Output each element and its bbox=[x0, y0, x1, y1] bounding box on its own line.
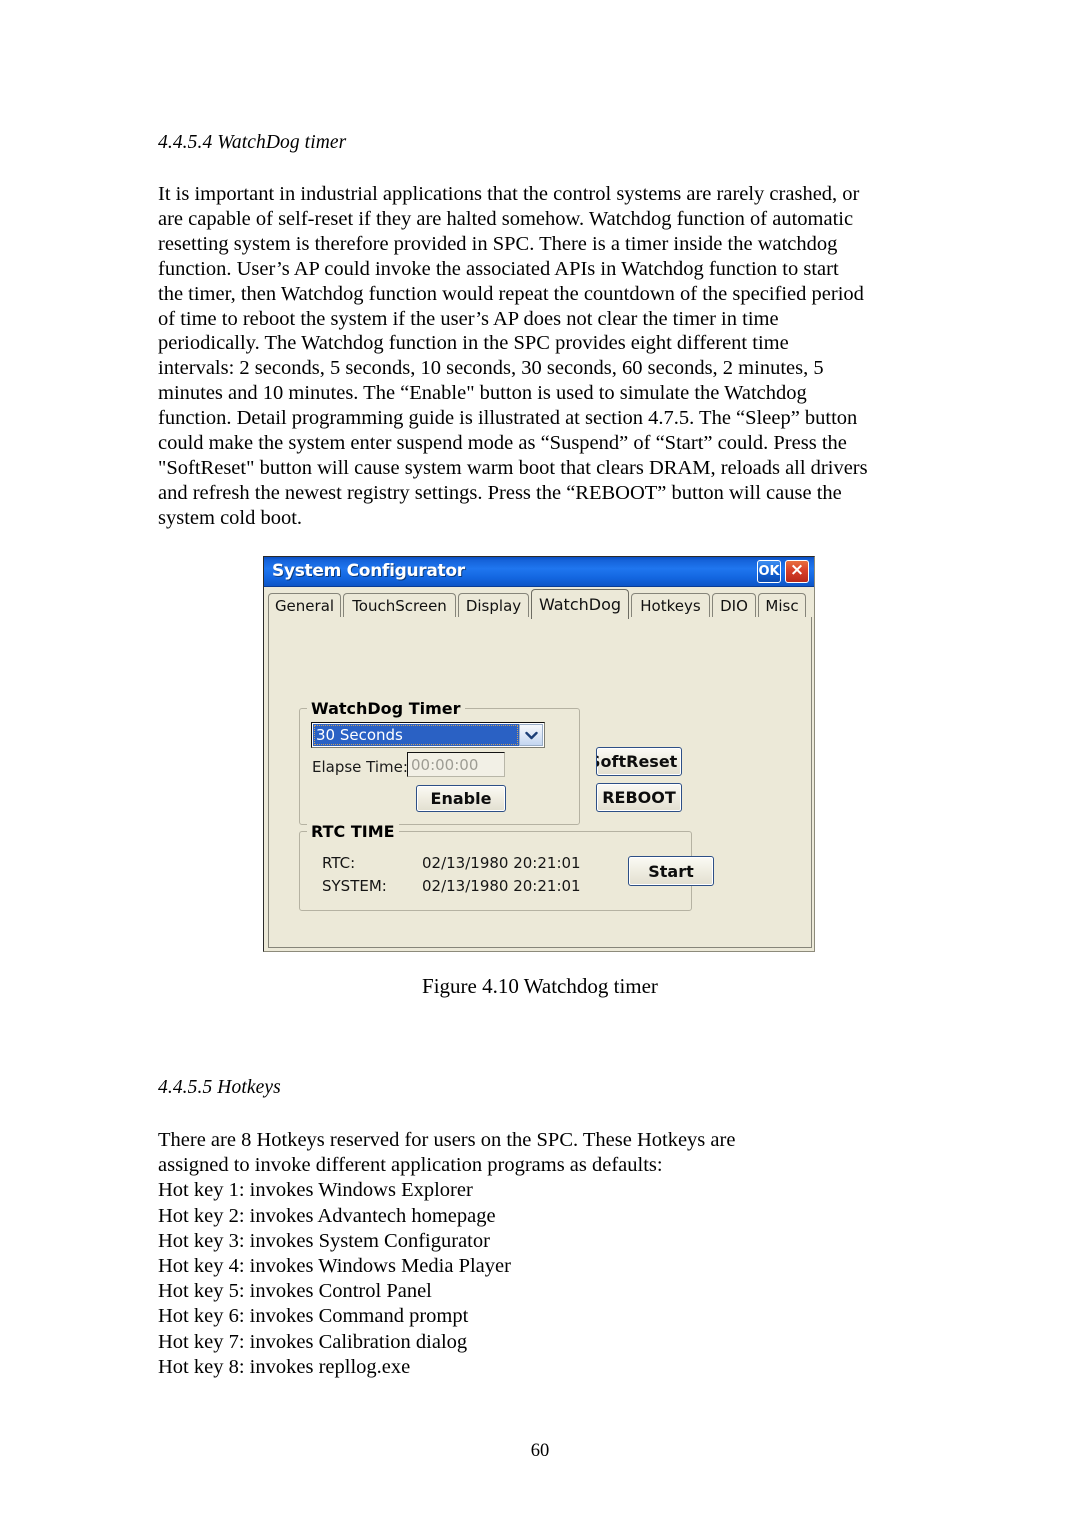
tab-general[interactable]: General bbox=[268, 593, 341, 618]
tab-dio[interactable]: DIO bbox=[712, 593, 756, 618]
hotkey-list-item: Hot key 4: invokes Windows Media Player bbox=[158, 1255, 511, 1278]
watchdog-timer-legend: WatchDog Timer bbox=[307, 699, 465, 718]
start-button-label: Start bbox=[648, 861, 694, 881]
paragraph-line: resetting system is therefore provided i… bbox=[158, 232, 838, 255]
hotkey-list-item: Hot key 6: invokes Command prompt bbox=[158, 1305, 469, 1328]
tab-watchdog[interactable]: WatchDog bbox=[531, 589, 629, 619]
elapse-time-label: Elapse Time: bbox=[312, 758, 408, 776]
document-page: 4.4.5.4 WatchDog timer It is important i… bbox=[0, 0, 1080, 1528]
close-button[interactable]: × bbox=[785, 560, 809, 583]
rtc-label: RTC: bbox=[322, 854, 356, 872]
interval-combobox[interactable]: 30 Seconds bbox=[311, 722, 545, 748]
paragraph-line: assigned to invoke different application… bbox=[158, 1154, 663, 1177]
dialog-titlebar: System Configurator OK × bbox=[264, 557, 814, 587]
tab-hotkeys[interactable]: Hotkeys bbox=[631, 593, 710, 618]
reboot-button-label: REBOOT bbox=[602, 788, 676, 807]
system-configurator-dialog: System Configurator OK × General TouchSc… bbox=[263, 556, 815, 952]
watchdog-tab-panel: WatchDog Timer 30 Seconds Elapse Time: 0… bbox=[268, 617, 812, 948]
hotkeys-paragraph: There are 8 Hotkeys reserved for users o… bbox=[158, 1128, 735, 1380]
system-time-label: SYSTEM: bbox=[322, 877, 387, 895]
rtc-time-legend: RTC TIME bbox=[307, 822, 399, 841]
paragraph-line: the timer, then Watchdog function would … bbox=[158, 282, 864, 305]
ok-button[interactable]: OK bbox=[757, 560, 781, 583]
hotkey-list-item: Hot key 2: invokes Advantech homepage bbox=[158, 1204, 496, 1227]
start-button[interactable]: Start bbox=[628, 856, 714, 886]
softreset-button[interactable]: SoftReset bbox=[596, 747, 682, 776]
chevron-down-icon[interactable] bbox=[519, 724, 543, 746]
section-heading-watchdog: 4.4.5.4 WatchDog timer bbox=[158, 132, 347, 153]
system-time-value: 02/13/1980 20:21:01 bbox=[422, 877, 581, 895]
section-heading-hotkeys: 4.4.5.5 Hotkeys bbox=[158, 1077, 281, 1098]
ok-button-label: OK bbox=[758, 564, 780, 579]
watchdog-timer-group: WatchDog Timer 30 Seconds Elapse Time: 0… bbox=[299, 699, 580, 825]
paragraph-line: of time to reboot the system if the user… bbox=[158, 307, 779, 330]
paragraph-line: There are 8 Hotkeys reserved for users o… bbox=[158, 1129, 736, 1151]
paragraph-line: are capable of self-reset if they are ha… bbox=[158, 207, 854, 230]
elapse-time-value: 00:00:00 bbox=[411, 756, 479, 774]
reboot-button[interactable]: REBOOT bbox=[596, 783, 682, 812]
elapse-time-field[interactable]: 00:00:00 bbox=[407, 752, 505, 777]
hotkey-list-item: Hot key 3: invokes System Configurator bbox=[158, 1229, 490, 1252]
close-x-icon: × bbox=[789, 560, 805, 580]
dialog-title: System Configurator bbox=[272, 561, 465, 581]
rtc-value: 02/13/1980 20:21:01 bbox=[422, 854, 581, 872]
page-number: 60 bbox=[530, 1441, 550, 1461]
paragraph-line: periodically. The Watchdog function in t… bbox=[158, 332, 789, 355]
tab-misc[interactable]: Misc bbox=[758, 593, 806, 618]
paragraph-line: system cold boot. bbox=[158, 506, 303, 529]
interval-combobox-value: 30 Seconds bbox=[313, 724, 519, 746]
hotkey-list-item: Hot key 1: invokes Windows Explorer bbox=[158, 1179, 473, 1202]
hotkey-list-item: Hot key 5: invokes Control Panel bbox=[158, 1280, 432, 1303]
paragraph-line: could make the system enter suspend mode… bbox=[158, 432, 847, 455]
tab-strip: General TouchScreen Display WatchDog Hot… bbox=[268, 589, 812, 619]
tab-display[interactable]: Display bbox=[458, 593, 529, 618]
figure-caption: Figure 4.10 Watchdog timer bbox=[422, 974, 658, 998]
softreset-button-label: SoftReset bbox=[596, 752, 678, 771]
watchdog-paragraph: It is important in industrial applicatio… bbox=[158, 182, 920, 531]
hotkey-list-item: Hot key 7: invokes Calibration dialog bbox=[158, 1330, 468, 1353]
paragraph-line: function. Detail programming guide is il… bbox=[158, 407, 858, 430]
enable-button-label: Enable bbox=[430, 789, 492, 808]
paragraph-line: intervals: 2 seconds, 5 seconds, 10 seco… bbox=[158, 357, 824, 380]
paragraph-line: It is important in industrial applicatio… bbox=[158, 183, 860, 205]
paragraph-line: "SoftReset" button will cause system war… bbox=[158, 456, 868, 479]
paragraph-line: function. User’s AP could invoke the ass… bbox=[158, 257, 839, 280]
tab-touchscreen[interactable]: TouchScreen bbox=[343, 593, 456, 618]
enable-button[interactable]: Enable bbox=[416, 785, 506, 812]
rtc-time-group: RTC TIME RTC: 02/13/1980 20:21:01 SYSTEM… bbox=[299, 822, 714, 911]
paragraph-line: minutes and 10 minutes. The “Enable" but… bbox=[158, 382, 807, 405]
paragraph-line: and refresh the newest registry settings… bbox=[158, 481, 842, 504]
hotkey-list-item: Hot key 8: invokes repllog.exe bbox=[158, 1355, 411, 1378]
